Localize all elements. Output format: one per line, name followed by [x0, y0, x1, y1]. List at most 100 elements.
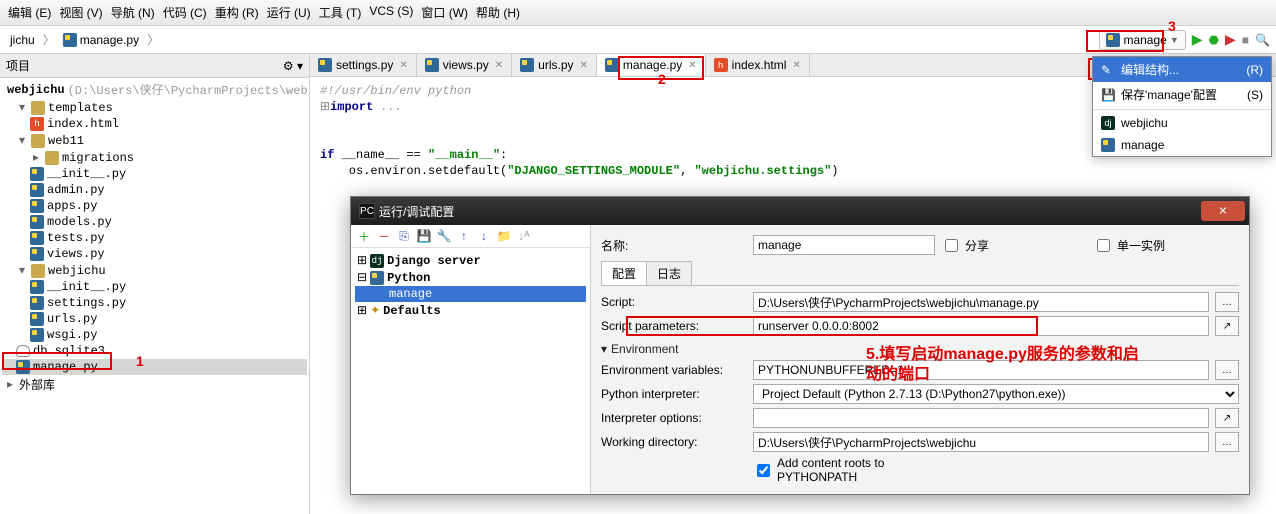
menu-edit[interactable]: 编辑 (E): [8, 4, 51, 21]
project-sidebar-title: 项目: [6, 57, 30, 74]
tree-file-wsgi[interactable]: wsgi.py: [2, 327, 307, 343]
breadcrumb-file[interactable]: manage.py: [59, 31, 143, 49]
edit-configurations-item[interactable]: ✎ 编辑结构... (R): [1093, 57, 1271, 82]
run-config-item-manage[interactable]: manage: [1093, 134, 1271, 156]
stop-button-icon[interactable]: ■: [1242, 33, 1249, 47]
add-config-icon[interactable]: ＋: [357, 229, 371, 243]
tab-logs[interactable]: 日志: [646, 261, 692, 285]
python-file-icon: [1106, 33, 1120, 47]
expand-interp-opts-button[interactable]: ↗: [1215, 408, 1239, 428]
menu-run[interactable]: 运行 (U): [267, 4, 311, 21]
expand-params-button[interactable]: ↗: [1215, 316, 1239, 336]
browse-workdir-button[interactable]: …: [1215, 432, 1239, 452]
add-content-roots-checkbox[interactable]: Add content roots to PYTHONPATH: [753, 456, 899, 484]
tree-root[interactable]: webjichu (D:\Users\侠仔\PycharmProjects\we…: [2, 80, 307, 99]
tree-file-models[interactable]: models.py: [2, 214, 307, 230]
menu-window[interactable]: 窗口 (W): [421, 4, 468, 21]
database-icon: [16, 345, 30, 357]
tree-file-views[interactable]: views.py: [2, 246, 307, 262]
find-action-icon[interactable]: 🔍: [1255, 33, 1270, 47]
debug-button-icon[interactable]: ⬣: [1209, 33, 1219, 47]
working-dir-input[interactable]: [753, 432, 1209, 452]
folder-icon[interactable]: 📁: [497, 229, 511, 243]
close-icon[interactable]: ✕: [580, 60, 588, 71]
html-file-icon: h: [714, 58, 728, 72]
edit-env-button[interactable]: …: [1215, 360, 1239, 380]
tab-settings[interactable]: settings.py✕: [310, 54, 417, 76]
tree-folder-templates[interactable]: ▾templates: [2, 99, 307, 116]
menu-refactor[interactable]: 重构 (R): [215, 4, 259, 21]
script-input[interactable]: [753, 292, 1209, 312]
close-icon[interactable]: ✕: [792, 60, 800, 71]
browse-script-button[interactable]: …: [1215, 292, 1239, 312]
tab-urls[interactable]: urls.py✕: [512, 54, 597, 76]
dialog-close-button[interactable]: [1201, 201, 1245, 221]
config-django-server[interactable]: ⊞djDjango server: [355, 252, 586, 269]
tree-file-init2[interactable]: __init__.py: [2, 279, 307, 295]
tree-folder-web11[interactable]: ▾web11: [2, 132, 307, 149]
save-configuration-item[interactable]: 💾 保存'manage'配置 (S): [1093, 82, 1271, 107]
run-config-item-webjichu[interactable]: dj webjichu: [1093, 112, 1271, 134]
python-file-icon: [30, 199, 44, 213]
tree-external-libs[interactable]: ▸外部库: [2, 375, 307, 394]
tree-file-index-html[interactable]: hindex.html: [2, 116, 307, 132]
interpreter-options-input[interactable]: [753, 408, 1209, 428]
config-tree[interactable]: ⊞djDjango server ⊟Python manage ⊞✦Defaul…: [351, 248, 590, 323]
close-icon[interactable]: ✕: [688, 60, 696, 71]
tree-file-tests[interactable]: tests.py: [2, 230, 307, 246]
menu-help[interactable]: 帮助 (H): [476, 4, 520, 21]
config-list-panel: ＋ － ⎘ 💾 🔧 ↑ ↓ 📁 ↓ᴬ ⊞djDjango server ⊟Pyt…: [351, 225, 591, 494]
copy-config-icon[interactable]: ⎘: [397, 229, 411, 243]
python-file-icon: [1101, 138, 1115, 152]
tree-file-admin[interactable]: admin.py: [2, 182, 307, 198]
python-file-icon: [605, 58, 619, 72]
project-tree[interactable]: webjichu (D:\Users\侠仔\PycharmProjects\we…: [0, 78, 309, 514]
config-defaults[interactable]: ⊞✦Defaults: [355, 302, 586, 319]
sort-icon[interactable]: ↓ᴬ: [517, 229, 531, 243]
sidebar-settings-icon[interactable]: ⚙ ▾: [283, 59, 303, 73]
wrench-icon[interactable]: 🔧: [437, 229, 451, 243]
save-config-icon[interactable]: 💾: [417, 229, 431, 243]
tab-index-html[interactable]: hindex.html✕: [706, 54, 810, 76]
tree-folder-migrations[interactable]: ▸migrations: [2, 149, 307, 166]
tree-file-manage[interactable]: manage.py: [2, 359, 307, 375]
tree-file-settings[interactable]: settings.py: [2, 295, 307, 311]
dialog-titlebar[interactable]: PC 运行/调试配置: [351, 197, 1249, 225]
close-icon[interactable]: ✕: [495, 60, 503, 71]
python-file-icon: [425, 58, 439, 72]
interpreter-select[interactable]: Project Default (Python 2.7.13 (D:\Pytho…: [753, 384, 1239, 404]
run-button-icon[interactable]: ▶: [1192, 31, 1203, 48]
share-checkbox[interactable]: 分享: [941, 236, 1087, 255]
menu-navigate[interactable]: 导航 (N): [111, 4, 155, 21]
python-file-icon: [318, 58, 332, 72]
single-instance-checkbox[interactable]: 单一实例: [1093, 236, 1239, 255]
menu-vcs[interactable]: VCS (S): [369, 4, 413, 21]
move-down-icon[interactable]: ↓: [477, 229, 491, 243]
config-manage[interactable]: manage: [355, 286, 586, 302]
run-config-dropdown: ✎ 编辑结构... (R) 💾 保存'manage'配置 (S) dj webj…: [1092, 56, 1272, 157]
config-python-group[interactable]: ⊟Python: [355, 269, 586, 286]
python-file-icon: [30, 328, 44, 342]
script-params-input[interactable]: [753, 316, 1209, 336]
script-label: Script:: [601, 295, 747, 309]
chevron-right-icon: 〉: [43, 31, 55, 48]
breadcrumb-project[interactable]: jichu: [6, 31, 39, 49]
tree-file-db[interactable]: db.sqlite3: [2, 343, 307, 359]
config-name-input[interactable]: [753, 235, 935, 255]
tab-manage[interactable]: manage.py✕: [597, 54, 706, 76]
annotation-label-5b: 动的端口: [866, 360, 930, 384]
tab-views[interactable]: views.py✕: [417, 54, 512, 76]
menu-code[interactable]: 代码 (C): [163, 4, 207, 21]
env-vars-label: Environment variables:: [601, 363, 747, 377]
tree-file-init[interactable]: __init__.py: [2, 166, 307, 182]
tab-configuration[interactable]: 配置: [601, 261, 647, 285]
tree-folder-webjichu[interactable]: ▾webjichu: [2, 262, 307, 279]
tree-file-urls[interactable]: urls.py: [2, 311, 307, 327]
menu-view[interactable]: 视图 (V): [59, 4, 102, 21]
tree-file-apps[interactable]: apps.py: [2, 198, 307, 214]
move-up-icon[interactable]: ↑: [457, 229, 471, 243]
remove-config-icon[interactable]: －: [377, 229, 391, 243]
menu-tools[interactable]: 工具 (T): [319, 4, 362, 21]
close-icon[interactable]: ✕: [399, 60, 407, 71]
run-coverage-icon[interactable]: ▶: [1225, 31, 1236, 48]
